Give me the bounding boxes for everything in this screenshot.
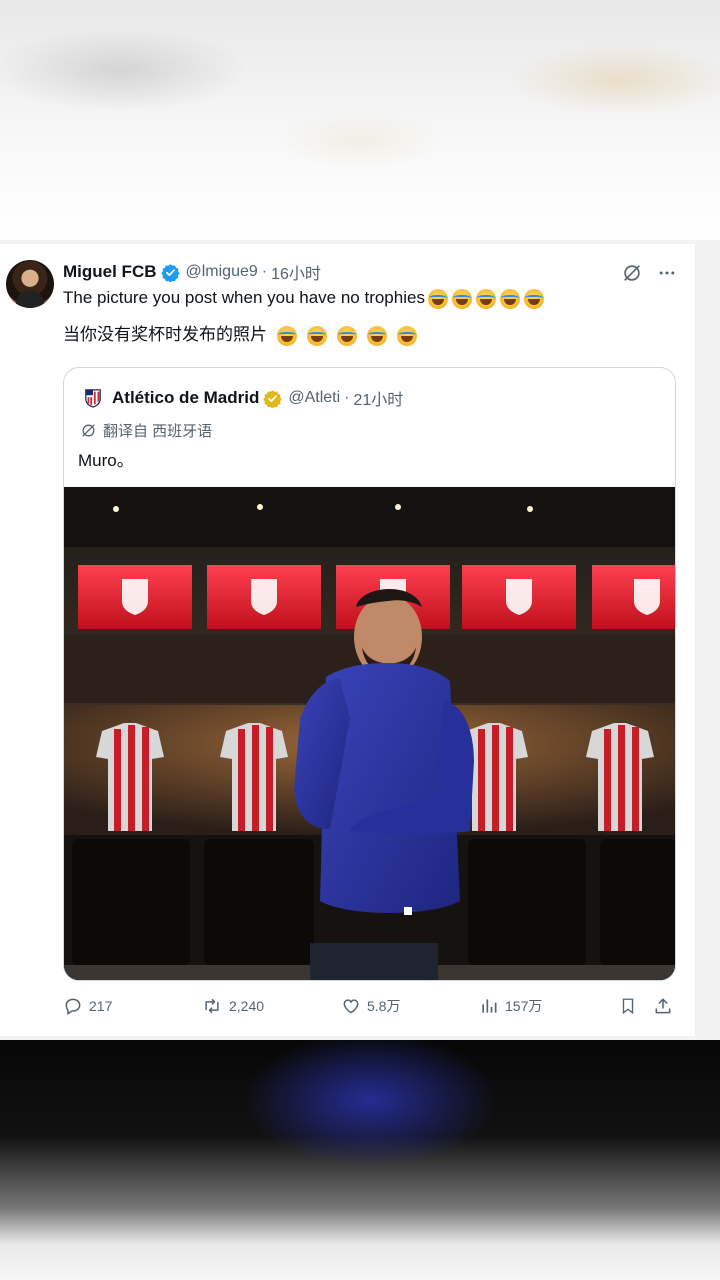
club-crest-icon (85, 389, 101, 408)
reply-icon (65, 998, 81, 1015)
views-count: 157万 (505, 998, 543, 1014)
laughing-emoji-icon (427, 288, 448, 309)
tweet-text-zh-content: 当你没有奖杯时发布的照片 (63, 325, 267, 344)
grok-icon[interactable] (621, 262, 643, 284)
like-button[interactable]: 5.8万 (341, 996, 400, 1016)
repost-button[interactable]: 2,240 (201, 996, 264, 1016)
laughing-emoji-row (427, 288, 544, 309)
laughing-emoji-icon (499, 288, 520, 309)
background-blur-top (0, 0, 720, 240)
laughing-emoji-icon (475, 288, 496, 309)
share-button[interactable] (653, 996, 673, 1016)
quoted-header: Atlético de Madrid @Atleti · 21小时 (84, 386, 403, 410)
quoted-text: Muro。 (78, 451, 134, 470)
separator-dot: · (261, 263, 268, 280)
tweet-header: Miguel FCB @lmigue9 · 16小时 (63, 261, 321, 283)
laughing-emoji-icon (307, 325, 327, 346)
like-icon (343, 999, 359, 1014)
reply-count: 217 (89, 998, 113, 1014)
avatar[interactable] (6, 260, 54, 308)
repost-icon (205, 998, 219, 1014)
quoted-tweet[interactable]: Atlético de Madrid @Atleti · 21小时 翻译自 西班… (63, 367, 676, 981)
views-button[interactable]: 157万 (479, 996, 542, 1016)
views-icon (482, 999, 497, 1013)
tweet-text-en: The picture you post when you have no tr… (63, 288, 544, 309)
tweet-card[interactable]: Miguel FCB @lmigue9 · 16小时 The picture y… (0, 244, 696, 1036)
post-time[interactable]: 16小时 (271, 260, 321, 284)
reply-button[interactable]: 217 (63, 996, 112, 1016)
tweet-text-zh: 当你没有奖杯时发布的照片 (63, 320, 417, 346)
laughing-emoji-icon (367, 325, 387, 346)
laughing-emoji-icon (277, 325, 297, 346)
share-icon (655, 998, 671, 1014)
verified-org-badge-icon (263, 389, 283, 408)
action-bar: 217 2,240 5.8万 157万 (63, 996, 678, 1020)
laughing-emoji-icon (523, 288, 544, 309)
author-name[interactable]: Miguel FCB (63, 262, 157, 282)
tweet-text-en-content: The picture you post when you have no tr… (63, 288, 425, 307)
quoted-author-name[interactable]: Atlético de Madrid (112, 388, 259, 408)
tweet-top-icons (621, 262, 677, 284)
quoted-author-handle[interactable]: @Atleti (288, 389, 340, 407)
laughing-emoji-icon (451, 288, 472, 309)
translate-icon (82, 424, 95, 437)
translate-text: 翻译自 西班牙语 (103, 423, 213, 440)
more-icon[interactable] (657, 263, 677, 283)
bookmark-icon (622, 998, 634, 1015)
bookmark-button[interactable] (619, 996, 637, 1016)
translate-label[interactable]: 翻译自 西班牙语 (80, 420, 212, 441)
laughing-emoji-icon (337, 325, 357, 346)
like-count: 5.8万 (367, 998, 401, 1014)
author-handle[interactable]: @lmigue9 (186, 263, 258, 281)
laughing-emoji-row (277, 325, 417, 346)
repost-count: 2,240 (229, 998, 265, 1014)
quoted-post-time[interactable]: 21小时 (354, 386, 404, 410)
locker-room-photo[interactable] (64, 487, 676, 981)
separator-dot: · (344, 389, 350, 406)
background-blur-bottom (0, 1040, 720, 1280)
verified-badge-icon (160, 263, 180, 282)
laughing-emoji-icon (397, 325, 417, 346)
